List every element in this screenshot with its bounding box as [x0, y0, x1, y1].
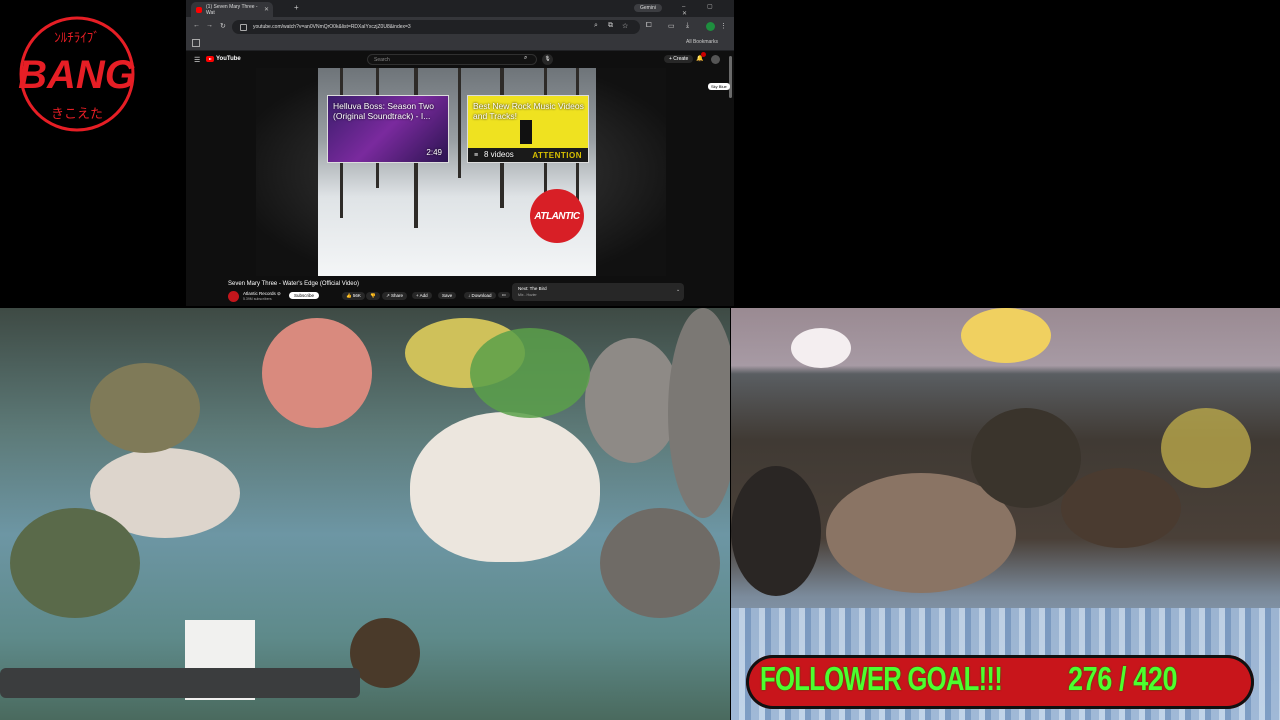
- exclamation-graphic: [520, 120, 532, 144]
- playlist-icon: ≡: [474, 152, 479, 159]
- youtube-logo-text: YouTube: [216, 56, 241, 62]
- end-screen-card-video[interactable]: Helluva Boss: Season Two (Original Sound…: [327, 95, 449, 163]
- forward-icon[interactable]: →: [206, 22, 213, 29]
- dislike-button[interactable]: 👎: [366, 292, 380, 300]
- back-icon[interactable]: ←: [193, 22, 200, 29]
- bookmarks-bar: [186, 37, 734, 51]
- light-glare: [961, 308, 1051, 363]
- end-screen-card-playlist[interactable]: ATTENTION Best New Rock Music Videos and…: [467, 95, 589, 163]
- add-button[interactable]: + Add: [412, 292, 432, 299]
- coral-rock: [90, 363, 200, 453]
- logo-text: BANG: [18, 53, 136, 97]
- browser-window: (1) Seven Mary Three - Wat ✕ + Gemini – …: [186, 0, 734, 306]
- plant-leaves: [470, 328, 590, 418]
- rock: [585, 338, 680, 463]
- driftwood: [1061, 468, 1181, 548]
- hamburger-menu-icon[interactable]: ☰: [194, 56, 200, 64]
- bookmark-star-icon[interactable]: ☆: [622, 22, 628, 30]
- browser-tab[interactable]: (1) Seven Mary Three - Wat ✕: [191, 2, 273, 17]
- card-video-count: 8 videos: [484, 150, 514, 159]
- bang-logo: ﾝﾙﾁﾗｲﾌﾞ BANG きこえた: [18, 16, 136, 132]
- rock: [600, 508, 720, 618]
- share-button[interactable]: ↗ Share: [382, 292, 408, 300]
- save-button[interactable]: Save: [438, 292, 457, 299]
- search-input[interactable]: Search: [367, 54, 537, 65]
- follower-goal-count: 276 / 420: [1068, 660, 1178, 697]
- window-controls[interactable]: – ▢ ✕: [682, 3, 734, 17]
- card-duration: 2:49: [426, 148, 442, 157]
- close-tab-icon[interactable]: ✕: [264, 6, 269, 13]
- logo-bottom-text: きこえた: [51, 107, 103, 122]
- video-title: Seven Mary Three - Water's Edge (Officia…: [228, 281, 359, 287]
- apps-icon[interactable]: [192, 39, 200, 47]
- more-actions-button[interactable]: •••: [498, 292, 510, 298]
- microphone-icon[interactable]: 🎙: [542, 54, 553, 65]
- new-tab-button[interactable]: +: [294, 3, 299, 12]
- scrollbar[interactable]: [729, 56, 732, 98]
- gemini-button[interactable]: Gemini: [634, 4, 662, 12]
- extensions-icon[interactable]: ⧠: [646, 22, 652, 30]
- subscribe-button[interactable]: Subscribe: [289, 292, 320, 299]
- youtube-avatar[interactable]: [711, 55, 720, 64]
- scallop-shell: [410, 412, 600, 562]
- profile-avatar[interactable]: [706, 22, 715, 31]
- logo-top-text: ﾝﾙﾁﾗｲﾌﾞ: [54, 31, 100, 46]
- download-icon[interactable]: ⤓: [686, 22, 689, 30]
- site-info-icon[interactable]: [240, 23, 247, 31]
- channel-avatar[interactable]: [228, 291, 239, 302]
- search-icon[interactable]: ⌕: [524, 55, 527, 62]
- like-button[interactable]: 👍 56K: [342, 292, 365, 300]
- address-bar[interactable]: youtube.com/watch?v=an0VNmQrO0k&list=RDX…: [232, 20, 640, 34]
- octopus-decoration: [262, 318, 372, 428]
- theme-chip-button[interactable]: Sky Blue: [708, 83, 730, 90]
- youtube-favicon-icon: [196, 6, 202, 13]
- card-title: Helluva Boss: Season Two (Original Sound…: [333, 101, 434, 121]
- reload-icon[interactable]: ↻: [220, 22, 226, 30]
- atlantic-records-logo[interactable]: ATLANTIC: [530, 189, 584, 243]
- moss-rock: [10, 508, 140, 618]
- all-bookmarks-button[interactable]: All Bookmarks: [686, 39, 718, 45]
- youtube-logo[interactable]: YouTube: [206, 56, 241, 62]
- create-button[interactable]: + Create: [664, 55, 694, 63]
- filter-tube: [0, 668, 360, 698]
- download-button[interactable]: ↓ Download: [464, 292, 496, 299]
- follower-goal-label: FOLLOWER GOAL!!!: [760, 660, 1003, 697]
- url-text: youtube.com/watch?v=an0VNmQrO0k&list=RDX…: [253, 24, 411, 30]
- channel-subscribers: 5.39M subscribers: [243, 297, 272, 301]
- next-up-title: Next: The Bird: [518, 286, 547, 291]
- light-glare: [791, 328, 851, 368]
- install-icon[interactable]: ⧉: [608, 22, 613, 30]
- tree-trunk: [458, 68, 461, 178]
- plant-leaves: [1161, 408, 1251, 488]
- rock: [668, 308, 730, 518]
- tab-title: (1) Seven Mary Three - Wat: [206, 3, 258, 16]
- youtube-play-icon: [206, 56, 214, 62]
- search-page-icon[interactable]: ⌕: [594, 22, 598, 30]
- notification-badge: [701, 52, 706, 57]
- next-up-subtitle: Mix - Hozier: [518, 293, 537, 297]
- card-banner-text: ATTENTION: [532, 151, 582, 160]
- side-panel-icon[interactable]: ▭: [668, 22, 675, 30]
- card-title: Best New Rock Music Videos and Tracks!: [473, 101, 584, 121]
- aquarium-camera-top-view: [0, 308, 730, 720]
- chevron-down-icon[interactable]: ⌄: [676, 287, 680, 293]
- turtle: [350, 618, 420, 688]
- menu-dots-icon[interactable]: ⋮: [720, 22, 727, 30]
- dark-pinecone-decoration: [731, 466, 821, 596]
